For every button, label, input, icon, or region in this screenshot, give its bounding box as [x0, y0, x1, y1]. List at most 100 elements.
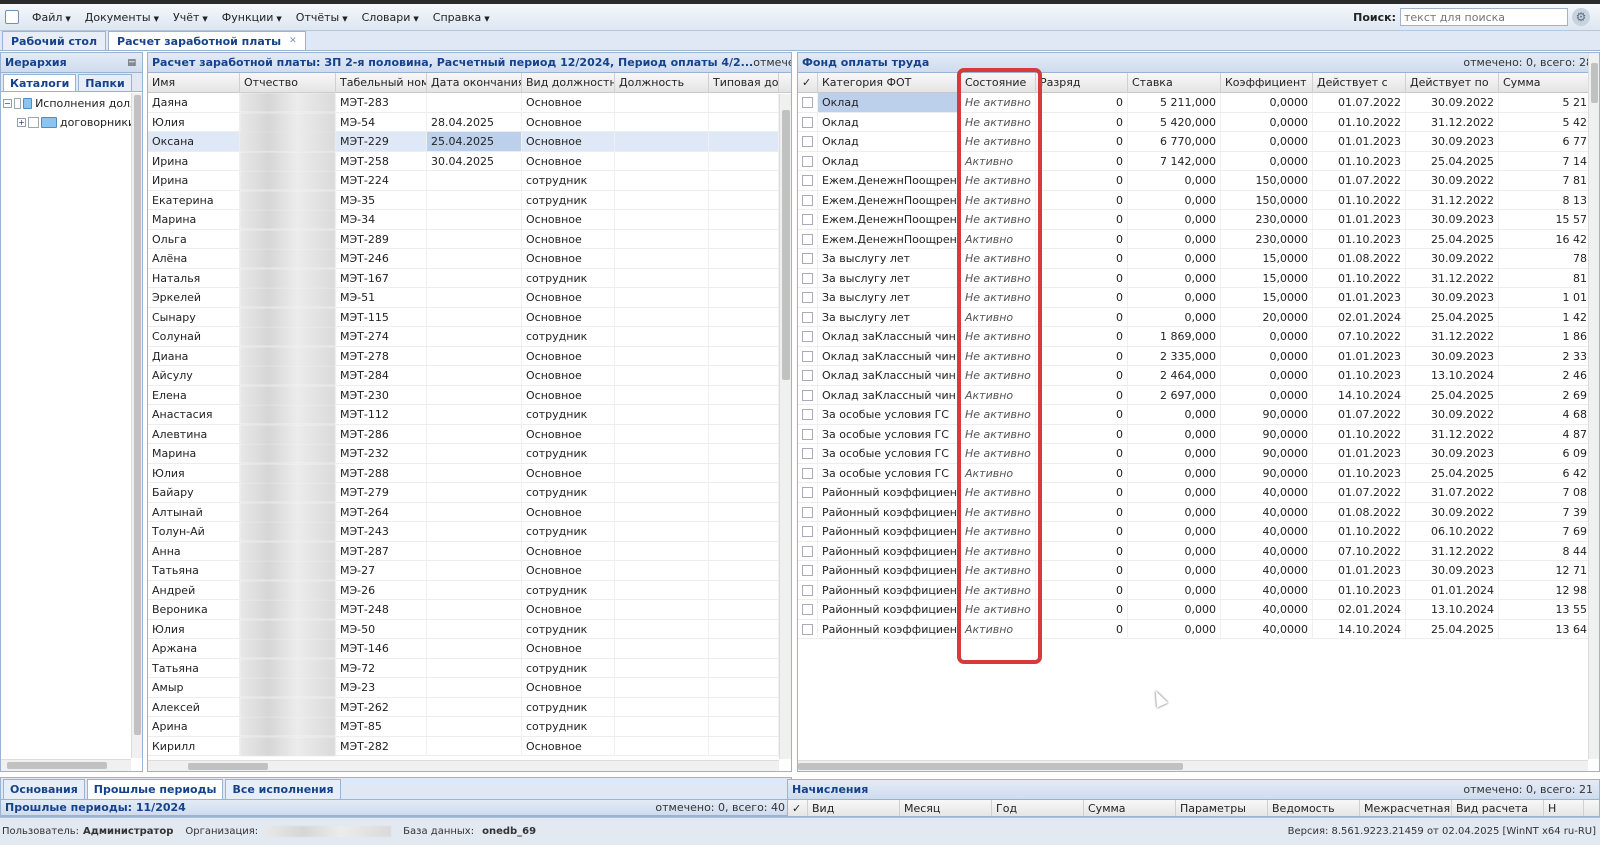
table-row[interactable]: Байару МЭТ-279 сотрудник	[148, 483, 791, 503]
gear-icon[interactable]: ⚙	[1572, 8, 1590, 26]
row-checkbox[interactable]	[802, 506, 813, 518]
fund-vscrollbar[interactable]	[1588, 53, 1599, 759]
table-row[interactable]: За выслугу лет Не активно 0 0,000 15,0000 01.…	[798, 288, 1599, 308]
row-checkbox[interactable]	[802, 97, 813, 108]
row-checkbox[interactable]	[802, 311, 813, 323]
table-row[interactable]: Районный коэффициент Активно 0 0,000 40,0000…	[798, 619, 1599, 639]
table-row[interactable]: Оклад заКлассный чин Не активно 0 1 869,000…	[798, 327, 1599, 347]
column-header[interactable]: Сумма	[1499, 73, 1592, 93]
table-row[interactable]: Юлия МЭ-54 28.04.2025 Основное	[148, 112, 791, 132]
table-row[interactable]: За выслугу лет Активно 0 0,000 20,0000 02.01.…	[798, 307, 1599, 327]
scroll-thumb[interactable]	[188, 763, 268, 770]
table-row[interactable]: Амыр МЭ-23 Основное	[148, 678, 791, 698]
column-header[interactable]: Разряд	[1036, 73, 1128, 93]
table-row[interactable]: Солунай МЭТ-274 сотрудник	[148, 327, 791, 347]
table-row[interactable]: Аржана МЭТ-146 Основное	[148, 639, 791, 659]
table-row[interactable]: За особые условия ГС Не активно 0 0,000 90,0…	[798, 405, 1599, 425]
scroll-thumb[interactable]	[1591, 63, 1598, 103]
table-row[interactable]: Наталья МЭТ-167 сотрудник	[148, 268, 791, 288]
table-row[interactable]: Оклад Не активно 0 5 211,000 0,0000 01.07.202…	[798, 93, 1599, 113]
table-row[interactable]: Районный коэффициент Не активно 0 0,000 40,0…	[798, 502, 1599, 522]
row-checkbox[interactable]	[802, 253, 813, 264]
menu-item-0[interactable]: Файл ▼	[25, 11, 78, 24]
table-row[interactable]: Ольга МЭТ-289 Основное	[148, 229, 791, 249]
row-checkbox[interactable]	[802, 370, 813, 381]
table-row[interactable]: Толун-Ай МЭТ-243 сотрудник	[148, 522, 791, 542]
checkbox-cell[interactable]	[798, 619, 818, 639]
column-header[interactable]: Год	[992, 800, 1084, 816]
row-checkbox[interactable]	[802, 584, 813, 596]
column-header[interactable]: Параметры	[1176, 800, 1268, 816]
table-row[interactable]: Ежем.ДенежнПоощрение Не активно 0 0,000 150,…	[798, 171, 1599, 191]
row-checkbox[interactable]	[802, 623, 813, 635]
checkbox-cell[interactable]	[798, 112, 818, 132]
table-row[interactable]: Юлия МЭТ-288 Основное	[148, 463, 791, 483]
checkbox-cell[interactable]	[798, 444, 818, 463]
column-header[interactable]: Ставка	[1128, 73, 1221, 93]
column-header[interactable]: Должность	[615, 73, 709, 93]
row-checkbox[interactable]	[802, 331, 813, 342]
table-row[interactable]: Диана МЭТ-278 Основное	[148, 346, 791, 366]
table-row[interactable]: Алевтина МЭТ-286 Основное	[148, 424, 791, 444]
checkbox-cell[interactable]	[798, 307, 818, 327]
table-row[interactable]: Ежем.ДенежнПоощрение Не активно 0 0,000 150,…	[798, 190, 1599, 210]
row-checkbox[interactable]	[802, 409, 813, 420]
table-row[interactable]: За особые условия ГС Не активно 0 0,000 90,0…	[798, 444, 1599, 464]
row-checkbox[interactable]	[802, 292, 813, 303]
table-row[interactable]: Районный коэффициент Не активно 0 0,000 40,0…	[798, 580, 1599, 600]
menu-item-4[interactable]: Отчёты ▼	[289, 11, 355, 24]
column-header[interactable]: Табельный номер	[336, 73, 427, 93]
tree-node-contractors[interactable]: + договорники	[3, 113, 140, 132]
checkbox-cell[interactable]	[798, 502, 818, 522]
table-row[interactable]: Татьяна МЭ-27 Основное	[148, 561, 791, 581]
table-row[interactable]: Оклад заКлассный чин Активно 0 2 697,000 0,0…	[798, 385, 1599, 405]
table-row[interactable]: Оклад Не активно 0 5 420,000 0,0000 01.10.202…	[798, 112, 1599, 132]
table-row[interactable]: Юлия МЭ-50 сотрудник	[148, 619, 791, 639]
tab-past-periods[interactable]: Прошлые периоды	[86, 779, 224, 799]
scroll-thumb[interactable]	[798, 763, 1183, 770]
row-checkbox[interactable]	[802, 175, 813, 186]
row-checkbox[interactable]	[802, 467, 813, 479]
column-header[interactable]: Имя	[148, 73, 240, 93]
row-checkbox[interactable]	[802, 545, 813, 557]
row-checkbox[interactable]	[802, 272, 813, 284]
tree-checkbox[interactable]	[13, 98, 21, 109]
table-row[interactable]: За особые условия ГС Не активно 0 0,000 90,0…	[798, 424, 1599, 444]
menu-item-6[interactable]: Справка ▼	[426, 11, 497, 24]
tab-payroll[interactable]: Расчет заработной платы ✕	[108, 31, 306, 50]
column-header[interactable]: Отчество	[240, 73, 336, 93]
column-header[interactable]: Вид расчета	[1452, 800, 1544, 816]
table-row[interactable]: Марина МЭ-34 Основное	[148, 210, 791, 230]
checkbox-cell[interactable]	[798, 327, 818, 346]
column-header[interactable]: Категория ФОТ	[818, 73, 961, 93]
fund-hscrollbar[interactable]	[798, 760, 1588, 771]
tab-catalogs[interactable]: Каталоги	[3, 74, 77, 91]
checkbox-cell[interactable]	[798, 210, 818, 229]
column-header[interactable]: Межрасчетная вед	[1360, 800, 1452, 816]
tab-folders[interactable]: Папки	[78, 74, 132, 91]
column-header[interactable]: Вид должностного	[522, 73, 615, 93]
checkbox-cell[interactable]	[798, 288, 818, 307]
tree-checkbox[interactable]	[28, 117, 39, 128]
checkbox-cell[interactable]	[798, 366, 818, 385]
table-row[interactable]: Оклад Активно 0 7 142,000 0,0000 01.10.2023 25…	[798, 151, 1599, 171]
column-header[interactable]: Месяц	[900, 800, 992, 816]
column-header[interactable]: Вид	[808, 800, 900, 816]
table-row[interactable]: Кирилл МЭТ-282 Основное	[148, 736, 791, 756]
table-row[interactable]: Алтынай МЭТ-264 Основное	[148, 502, 791, 522]
table-row[interactable]: Районный коэффициент Не активно 0 0,000 40,0…	[798, 541, 1599, 561]
column-header[interactable]: Действует по	[1406, 73, 1499, 93]
checkbox-cell[interactable]	[798, 522, 818, 541]
table-row[interactable]: Ирина МЭТ-258 30.04.2025 Основное	[148, 151, 791, 171]
row-checkbox[interactable]	[802, 389, 813, 401]
checkbox-cell[interactable]	[798, 561, 818, 580]
table-row[interactable]: За выслугу лет Не активно 0 0,000 15,0000 01.…	[798, 268, 1599, 288]
table-row[interactable]: Айсулу МЭТ-284 Основное	[148, 366, 791, 386]
checkbox-cell[interactable]	[798, 346, 818, 366]
row-checkbox[interactable]	[802, 565, 813, 576]
table-row[interactable]: Эркелей МЭ-51 Основное	[148, 288, 791, 308]
checkbox-cell[interactable]	[798, 249, 818, 268]
row-checkbox[interactable]	[802, 428, 813, 440]
table-row[interactable]: Даяна МЭТ-283 Основное	[148, 93, 791, 113]
tab-desktop[interactable]: Рабочий стол	[2, 31, 107, 50]
